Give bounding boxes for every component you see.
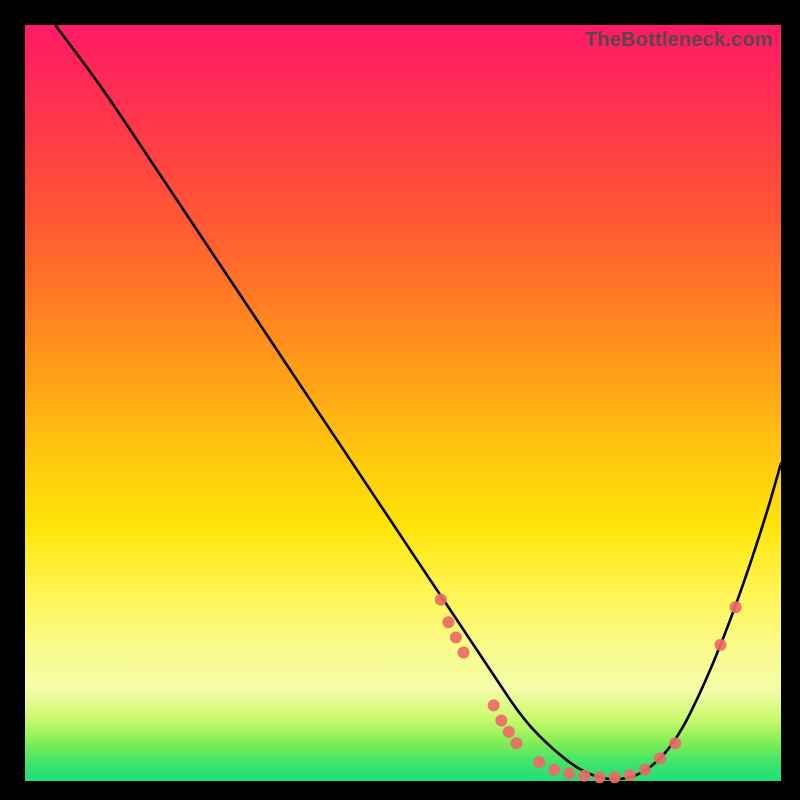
data-marker (435, 594, 447, 606)
data-marker (715, 639, 727, 651)
marker-group (435, 594, 742, 784)
bottleneck-curve (55, 25, 781, 779)
data-marker (639, 764, 651, 776)
data-marker (510, 737, 522, 749)
data-marker (533, 756, 545, 768)
data-marker (458, 647, 470, 659)
data-marker (450, 631, 462, 643)
data-marker (563, 767, 575, 779)
data-marker (624, 769, 636, 781)
data-marker (548, 764, 560, 776)
data-marker (730, 601, 742, 613)
data-marker (594, 771, 606, 783)
data-marker (503, 726, 515, 738)
data-marker (495, 715, 507, 727)
data-marker (654, 752, 666, 764)
data-marker (578, 770, 590, 782)
data-marker (669, 737, 681, 749)
chart-frame: TheBottleneck.com (25, 25, 781, 781)
chart-overlay (25, 25, 781, 781)
data-marker (442, 616, 454, 628)
data-marker (488, 699, 500, 711)
data-marker (609, 771, 621, 783)
